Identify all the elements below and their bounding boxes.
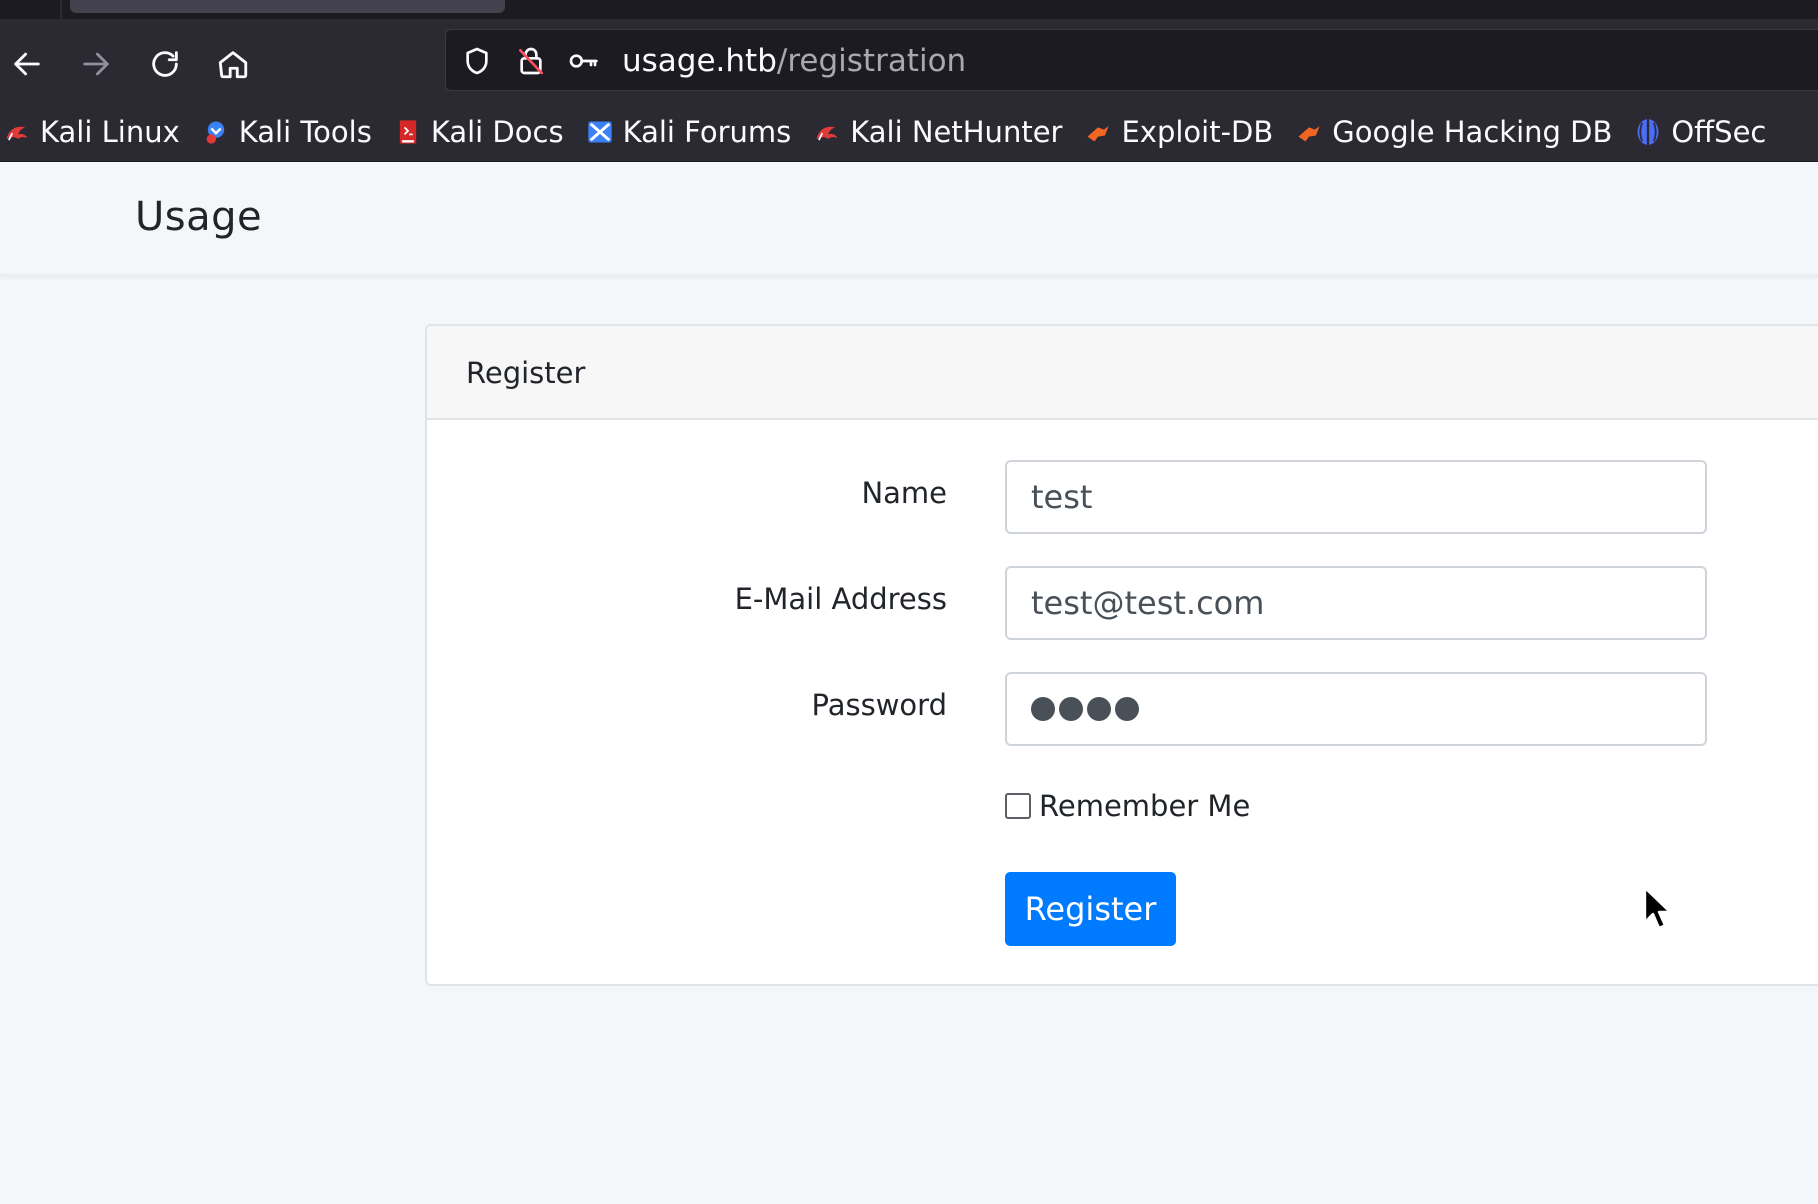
url-host: usage.htb bbox=[622, 43, 777, 79]
email-value: test@test.com bbox=[1031, 584, 1265, 622]
lock-insecure-icon[interactable] bbox=[512, 42, 550, 80]
kali-nethunter-icon bbox=[812, 117, 842, 147]
bookmark-kali-docs[interactable]: Kali Docs bbox=[393, 110, 573, 154]
name-field[interactable]: test bbox=[1005, 460, 1707, 534]
email-field[interactable]: test@test.com bbox=[1005, 566, 1707, 640]
tab-divider bbox=[60, 0, 62, 19]
bookmark-exploit-db[interactable]: Exploit-DB bbox=[1083, 110, 1282, 154]
browser-toolbar: usage.htb/registration bbox=[0, 19, 1818, 103]
site-navbar: Usage bbox=[0, 162, 1818, 277]
name-value: test bbox=[1031, 478, 1093, 516]
bookmark-kali-forums[interactable]: Kali Forums bbox=[585, 110, 801, 154]
kali-dragon-icon bbox=[2, 117, 32, 147]
bookmark-kali-linux[interactable]: Kali Linux bbox=[2, 110, 189, 154]
forward-icon bbox=[83, 52, 109, 76]
password-mask bbox=[1031, 674, 1705, 744]
ghdb-icon bbox=[1294, 117, 1324, 147]
card-title: Register bbox=[466, 356, 586, 390]
bookmark-google-hacking-db[interactable]: Google Hacking DB bbox=[1294, 110, 1621, 154]
register-button[interactable]: Register bbox=[1005, 872, 1176, 946]
back-button[interactable] bbox=[4, 41, 50, 87]
password-field[interactable] bbox=[1005, 672, 1707, 746]
url-text[interactable]: usage.htb/registration bbox=[622, 43, 966, 79]
bookmark-label: OffSec bbox=[1671, 115, 1767, 149]
password-dot bbox=[1031, 697, 1055, 721]
url-path: /registration bbox=[776, 43, 967, 79]
kali-docs-icon bbox=[393, 117, 423, 147]
reload-icon bbox=[152, 51, 178, 77]
active-tab[interactable] bbox=[70, 0, 505, 13]
offsec-icon bbox=[1633, 117, 1663, 147]
password-label: Password bbox=[811, 688, 947, 722]
kali-tools-icon bbox=[201, 117, 231, 147]
register-card: Register Name test E-Mail Address test@t… bbox=[425, 324, 1818, 986]
reload-button[interactable] bbox=[142, 41, 188, 87]
bookmark-label: Kali NetHunter bbox=[850, 115, 1063, 149]
bookmark-label: Exploit-DB bbox=[1121, 115, 1274, 149]
forward-button[interactable] bbox=[73, 41, 119, 87]
shield-icon[interactable] bbox=[458, 42, 496, 80]
password-dot bbox=[1087, 697, 1111, 721]
tab-strip bbox=[0, 0, 1818, 19]
home-icon bbox=[218, 51, 248, 79]
bookmark-label: Kali Docs bbox=[430, 115, 564, 149]
password-dot bbox=[1115, 697, 1139, 721]
exploit-db-icon bbox=[1083, 117, 1113, 147]
bookmark-label: Kali Tools bbox=[238, 115, 372, 149]
home-button[interactable] bbox=[210, 41, 256, 87]
bookmark-label: Google Hacking DB bbox=[1332, 115, 1613, 149]
remember-me-label[interactable]: Remember Me bbox=[1039, 789, 1250, 823]
site-brand-link[interactable]: Usage bbox=[135, 194, 262, 240]
back-icon bbox=[14, 52, 40, 76]
name-label: Name bbox=[861, 476, 947, 510]
bookmark-kali-tools[interactable]: Kali Tools bbox=[201, 110, 381, 154]
email-label: E-Mail Address bbox=[734, 582, 947, 616]
bookmark-kali-nethunter[interactable]: Kali NetHunter bbox=[812, 110, 1071, 154]
mouse-cursor-icon bbox=[1643, 886, 1671, 930]
address-bar[interactable]: usage.htb/registration bbox=[445, 29, 1818, 91]
bookmark-label: Kali Linux bbox=[40, 115, 180, 149]
kali-forums-icon bbox=[585, 117, 615, 147]
key-icon[interactable] bbox=[564, 42, 602, 80]
bookmarks-toolbar: Kali Linux Kali Tools Kali Docs Kali For… bbox=[0, 103, 1818, 162]
bookmark-label: Kali Forums bbox=[622, 115, 792, 149]
card-header: Register bbox=[427, 326, 1818, 420]
remember-me-checkbox[interactable] bbox=[1005, 793, 1031, 819]
remember-me[interactable]: Remember Me bbox=[1005, 789, 1250, 823]
bookmark-offsec[interactable]: OffSec bbox=[1633, 110, 1775, 154]
password-dot bbox=[1059, 697, 1083, 721]
